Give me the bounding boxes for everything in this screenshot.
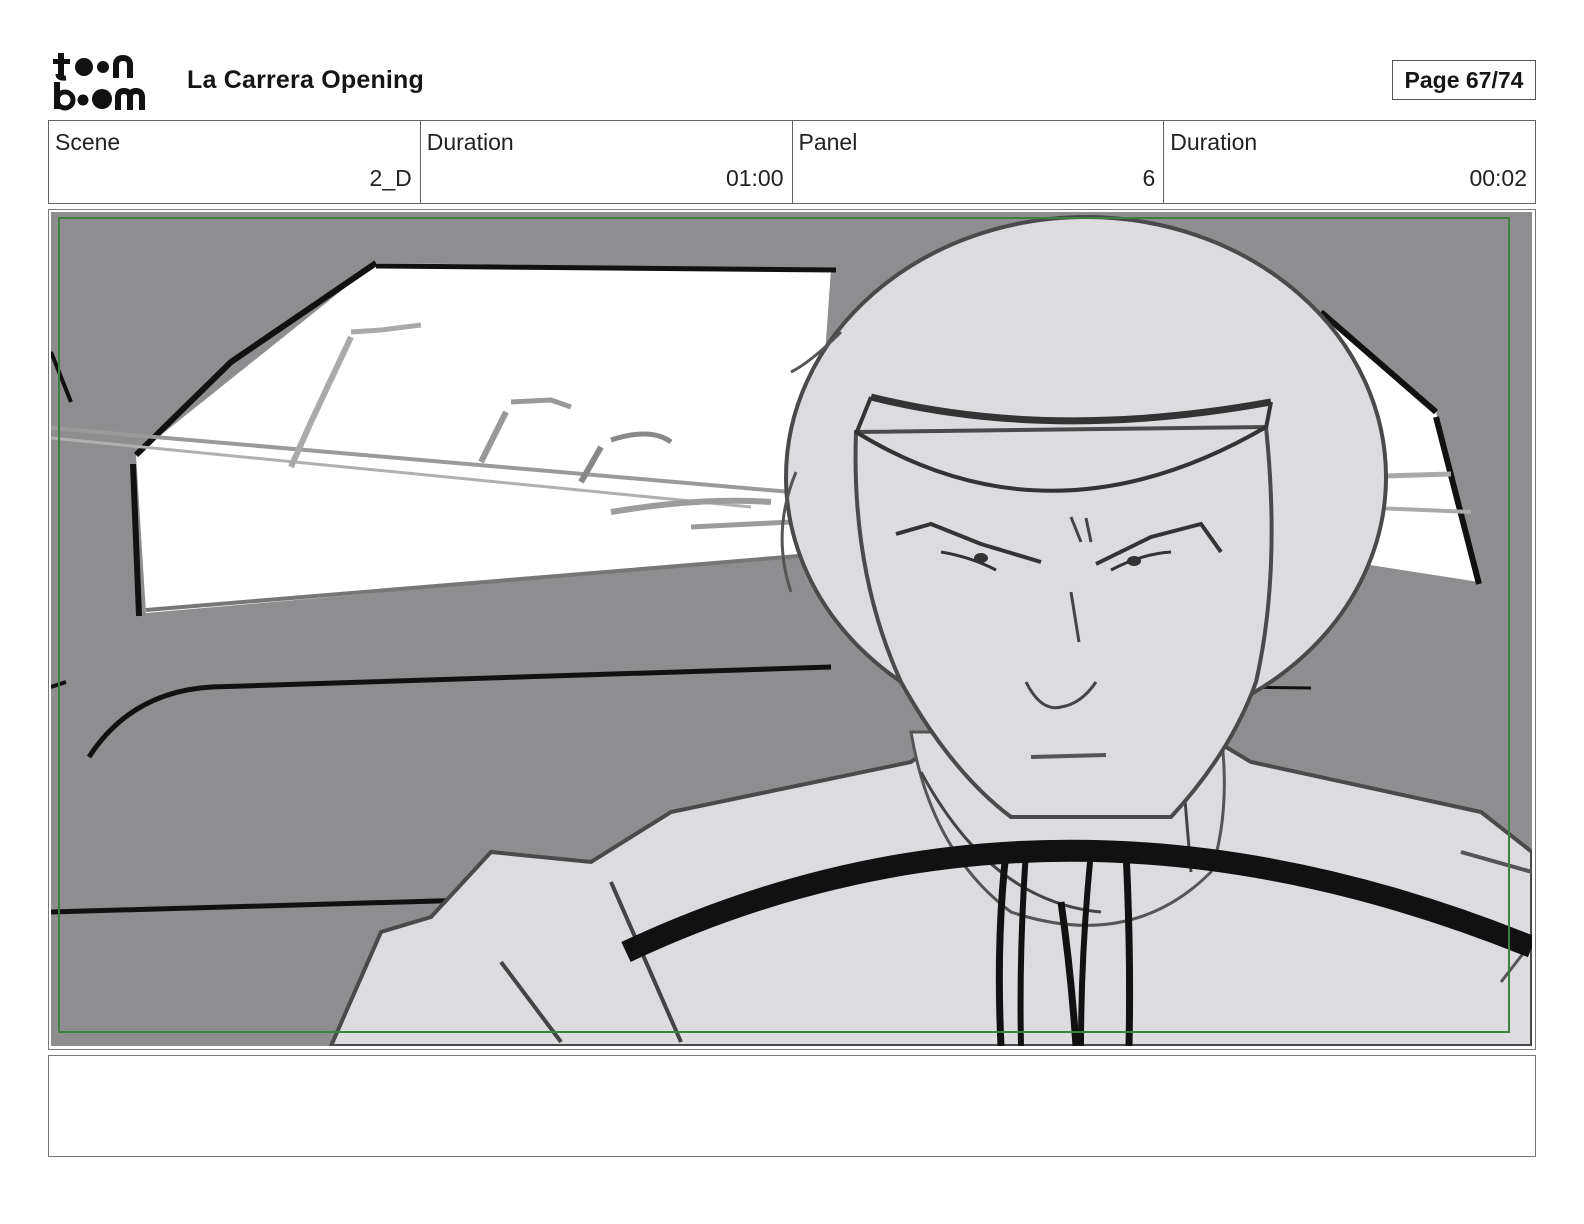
panel-info-table: Scene 2_D Duration 01:00 Panel 6 Duratio… [48,120,1536,204]
scene-value: 2_D [369,165,412,191]
toon-boom-logo-graphic [53,53,145,111]
scene-duration-label: Duration [426,129,514,155]
scene-cell: Scene 2_D [49,121,421,203]
page-indicator: Page 67/74 [1392,60,1536,100]
panel-label: Panel [798,129,858,155]
panel-notes [48,1055,1536,1157]
panel-duration-value: 00:02 [1469,165,1527,191]
panel-cell: Panel 6 [793,121,1165,203]
scene-duration-value: 01:00 [725,165,784,191]
storyboard-sketch [51,212,1532,1046]
scene-duration-cell: Duration 01:00 [421,121,793,203]
scene-label: Scene [55,129,121,155]
project-title: La Carrera Opening [187,66,424,94]
toon-boom-logo [52,50,164,112]
panel-duration-cell: Duration 00:02 [1164,121,1535,203]
storyboard-panel [48,209,1536,1050]
panel-value: 6 [1142,165,1156,191]
panel-duration-label: Duration [1170,129,1258,155]
